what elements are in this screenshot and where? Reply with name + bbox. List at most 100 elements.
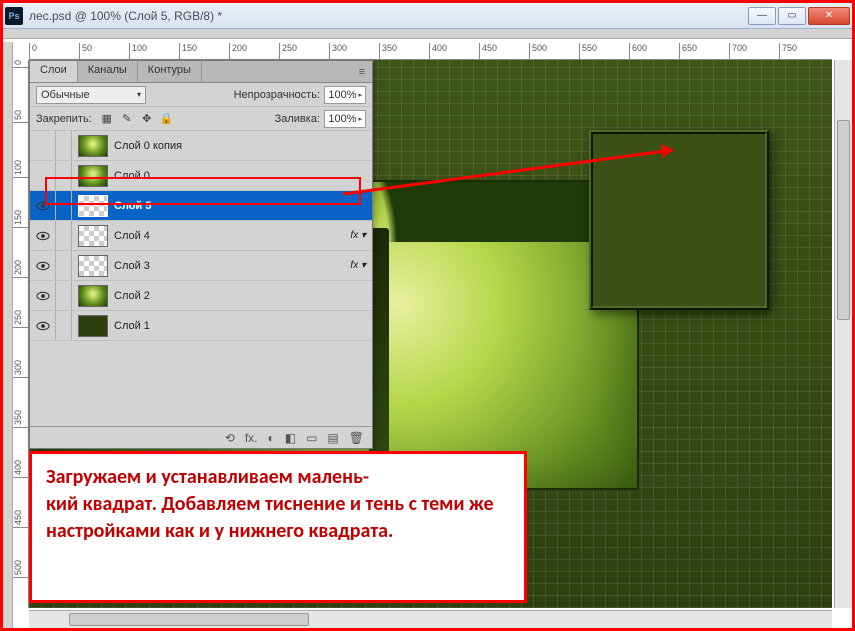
panel-footer-icon[interactable]: ▤ <box>327 431 338 445</box>
lock-option-icon[interactable]: ✥ <box>140 112 154 126</box>
layer-name[interactable]: Слой 5 <box>114 200 344 212</box>
app-window: Ps лес.psd @ 100% (Слой 5, RGB/8) * — ▭ … <box>0 0 855 631</box>
ruler-tick: 150 <box>13 210 29 228</box>
lock-row: Закрепить: ▦✎✥🔒 Заливка: 100%▸ <box>30 107 372 131</box>
layer-row-l1[interactable]: Слой 1 <box>30 311 372 341</box>
panel-tabs: Слои Каналы Контуры ≡ <box>30 61 372 83</box>
layer-fx-indicator[interactable]: fx ▾ <box>344 260 372 271</box>
link-column <box>56 221 72 250</box>
ruler-tick: 400 <box>429 43 447 59</box>
layer-thumbnail[interactable] <box>78 135 108 157</box>
layer-row-l0c[interactable]: Слой 0 копия <box>30 131 372 161</box>
layer-row-l0[interactable]: Слой 0 <box>30 161 372 191</box>
scrollbar-v-thumb[interactable] <box>837 120 850 320</box>
ruler-tick: 350 <box>13 410 29 428</box>
visibility-toggle[interactable] <box>30 311 56 340</box>
instruction-callout: Загружаем и устанавливаем малень-кий ква… <box>29 451 527 603</box>
layers-list: Слой 0 копияСлой 0Слой 5Слой 4fx ▾Слой 3… <box>30 131 372 341</box>
fill-input[interactable]: 100%▸ <box>324 110 366 128</box>
tool-strip[interactable] <box>3 42 13 628</box>
ruler-horizontal: 0501001502002503003504004505005506006507… <box>29 42 832 60</box>
ruler-tick: 200 <box>229 43 247 59</box>
visibility-toggle[interactable] <box>30 281 56 310</box>
ruler-tick: 250 <box>279 43 297 59</box>
ruler-tick: 300 <box>329 43 347 59</box>
layer-name[interactable]: Слой 3 <box>114 260 344 272</box>
ruler-tick: 0 <box>13 60 29 68</box>
close-button[interactable]: ✕ <box>808 7 850 25</box>
ruler-tick: 700 <box>729 43 747 59</box>
chevron-right-icon: ▸ <box>358 91 362 99</box>
scrollbar-h-thumb[interactable] <box>69 613 309 626</box>
opacity-input[interactable]: 100%▸ <box>324 86 366 104</box>
layer-thumbnail[interactable] <box>78 165 108 187</box>
panel-footer-icon[interactable]: ◐ <box>267 431 274 445</box>
link-column <box>56 251 72 280</box>
link-column <box>56 131 72 160</box>
visibility-toggle[interactable] <box>30 221 56 250</box>
ruler-tick: 400 <box>13 460 29 478</box>
fill-value: 100% <box>328 113 356 125</box>
scrollbar-horizontal[interactable] <box>29 610 832 628</box>
tab-channels[interactable]: Каналы <box>78 61 138 82</box>
lock-option-icon[interactable]: ▦ <box>100 112 114 126</box>
ruler-tick: 550 <box>579 43 597 59</box>
workspace: 0501001502002503003504004505005506006507… <box>3 42 852 628</box>
visibility-toggle[interactable] <box>30 251 56 280</box>
blend-mode-value: Обычные <box>41 89 90 101</box>
layer-row-l2[interactable]: Слой 2 <box>30 281 372 311</box>
layer-name[interactable]: Слой 4 <box>114 230 344 242</box>
panel-footer-icon[interactable]: fx. <box>245 431 258 445</box>
layers-empty-area[interactable] <box>30 341 372 426</box>
layer-name[interactable]: Слой 1 <box>114 320 344 332</box>
ruler-tick: 0 <box>29 43 37 59</box>
panel-footer-icon[interactable]: ◧ <box>285 431 296 445</box>
link-column <box>56 281 72 310</box>
blend-row: Обычные▾ Непрозрачность: 100%▸ <box>30 83 372 107</box>
layer-fx-indicator[interactable]: fx ▾ <box>344 230 372 241</box>
lock-option-icon[interactable]: ✎ <box>120 112 134 126</box>
ruler-tick: 350 <box>379 43 397 59</box>
lock-label: Закрепить: <box>36 113 92 125</box>
layer-name[interactable]: Слой 0 <box>114 170 344 182</box>
titlebar: Ps лес.psd @ 100% (Слой 5, RGB/8) * — ▭ … <box>3 3 852 29</box>
link-column <box>56 311 72 340</box>
visibility-toggle[interactable] <box>30 191 56 220</box>
panel-footer-icon[interactable]: ⟲ <box>225 431 235 445</box>
panel-footer-icon[interactable]: 🗑 <box>349 431 364 445</box>
maximize-button[interactable]: ▭ <box>778 7 806 25</box>
lock-icons: ▦ ✎ ✥ 🔒 <box>100 112 174 126</box>
link-column <box>56 191 72 220</box>
layer-thumbnail[interactable] <box>78 315 108 337</box>
ruler-tick: 100 <box>13 160 29 178</box>
ruler-tick: 500 <box>13 560 29 578</box>
layers-panel: Слои Каналы Контуры ≡ Обычные▾ Непрозрач… <box>29 60 373 449</box>
layer-thumbnail[interactable] <box>78 225 108 247</box>
scrollbar-vertical[interactable] <box>834 60 852 608</box>
tab-paths[interactable]: Контуры <box>138 61 202 82</box>
minimize-button[interactable]: — <box>748 7 776 25</box>
annotation-arrow <box>343 144 693 214</box>
tab-layers[interactable]: Слои <box>30 61 78 82</box>
layer-name[interactable]: Слой 2 <box>114 290 344 302</box>
blend-mode-dropdown[interactable]: Обычные ▾ <box>36 86 146 104</box>
ruler-tick: 600 <box>629 43 647 59</box>
layer-thumbnail[interactable] <box>78 285 108 307</box>
chevron-down-icon: ▾ <box>137 90 141 99</box>
panel-footer-icon[interactable]: ▭ <box>306 431 317 445</box>
layer-row-l3[interactable]: Слой 3fx ▾ <box>30 251 372 281</box>
photoshop-icon: Ps <box>5 7 23 25</box>
visibility-toggle[interactable] <box>30 161 56 190</box>
layer-row-l5[interactable]: Слой 5 <box>30 191 372 221</box>
link-column <box>56 161 72 190</box>
visibility-toggle[interactable] <box>30 131 56 160</box>
lock-option-icon[interactable]: 🔒 <box>160 112 174 126</box>
ruler-tick: 200 <box>13 260 29 278</box>
layer-row-l4[interactable]: Слой 4fx ▾ <box>30 221 372 251</box>
panel-footer: ⟲ fx. ◐ ◧ ▭ ▤ 🗑 <box>30 426 372 448</box>
layer-thumbnail[interactable] <box>78 255 108 277</box>
ruler-tick: 150 <box>179 43 197 59</box>
layer-thumbnail[interactable] <box>78 195 108 217</box>
layer-name[interactable]: Слой 0 копия <box>114 140 344 152</box>
panel-menu-icon[interactable]: ≡ <box>352 61 372 82</box>
